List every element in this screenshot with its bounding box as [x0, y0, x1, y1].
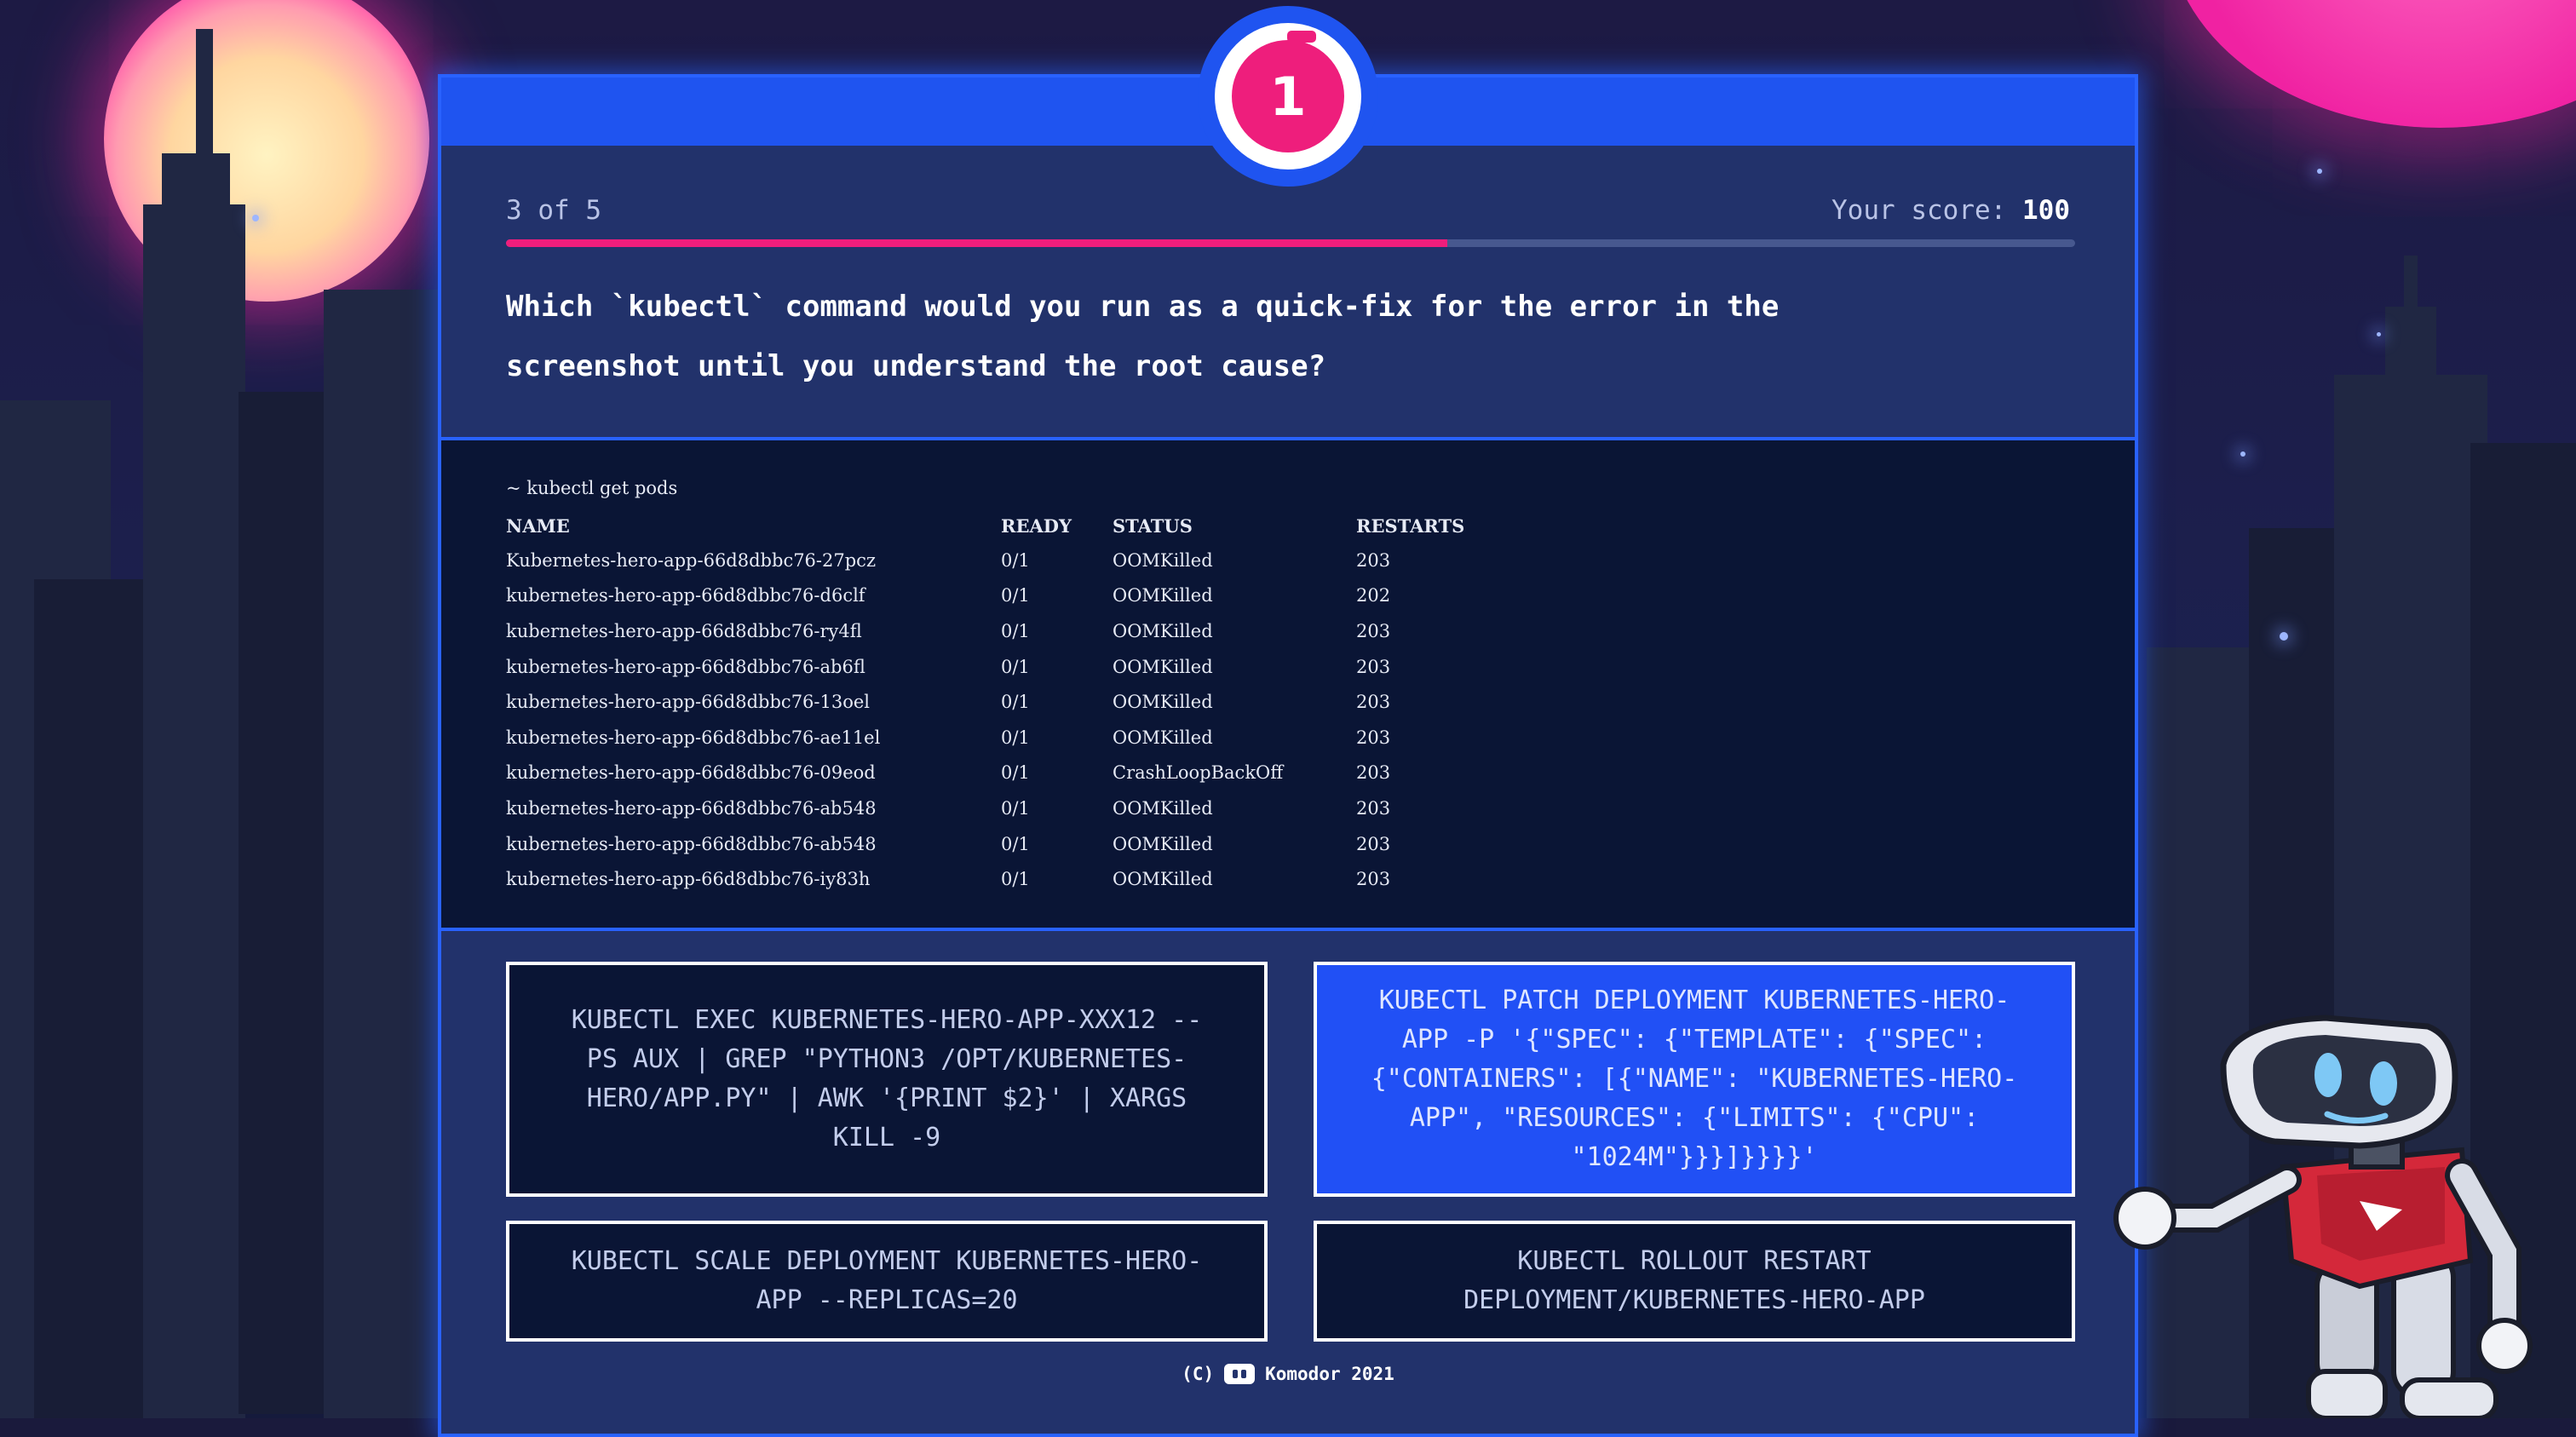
column-header-status: STATUS — [1113, 514, 1193, 537]
table-row: kubernetes-hero-app-66d8dbbc76-ae11el 0/1… — [506, 720, 1464, 756]
stopwatch-icon: 1 — [1198, 6, 1378, 187]
footer: (C) Komodor 2021 — [441, 1364, 2135, 1384]
pod-status: OOMKilled — [1113, 656, 1213, 677]
table-row: kubernetes-hero-app-66d8dbbc76-ry4fl 0/1 O… — [506, 613, 1464, 649]
pod-status: OOMKilled — [1113, 869, 1213, 890]
building — [239, 392, 332, 1414]
building — [143, 204, 245, 1418]
pods-table: NAME READY STATUS RESTARTS Kubernetes-he… — [506, 509, 1464, 897]
pod-name: kubernetes-hero-app-66d8dbbc76-13oel — [506, 692, 871, 713]
building — [324, 290, 443, 1418]
pod-ready: 0/1 — [1001, 620, 1030, 641]
pod-restarts: 203 — [1356, 762, 1391, 784]
pod-status: OOMKilled — [1113, 833, 1213, 854]
table-row: kubernetes-hero-app-66d8dbbc76-ab6fl 0/1 O… — [506, 649, 1464, 685]
pod-ready: 0/1 — [1001, 549, 1030, 571]
pod-restarts: 203 — [1356, 549, 1391, 571]
neon-sun-right — [2167, 0, 2576, 128]
terminal-command: ~ kubectl get pods — [506, 478, 678, 498]
pod-name: kubernetes-hero-app-66d8dbbc76-d6clf — [506, 585, 865, 606]
pod-status: OOMKilled — [1113, 620, 1213, 641]
pod-status: OOMKilled — [1113, 797, 1213, 819]
divider — [441, 928, 2135, 931]
pod-status: OOMKilled — [1113, 692, 1213, 713]
progress-bar-fill — [506, 239, 1448, 247]
table-row: kubernetes-hero-app-66d8dbbc76-09eod 0/1 C… — [506, 756, 1464, 791]
answer-option-4[interactable]: kubectl rollout restart deployment/kuber… — [1314, 1221, 2075, 1342]
pod-name: kubernetes-hero-app-66d8dbbc76-ae11el — [506, 727, 881, 748]
star — [2317, 169, 2322, 174]
copyright-mark: (C) — [1182, 1364, 1215, 1384]
star — [252, 215, 259, 221]
pod-ready: 0/1 — [1001, 869, 1030, 890]
pod-name: kubernetes-hero-app-66d8dbbc76-ab548 — [506, 797, 877, 819]
antenna — [2404, 256, 2418, 324]
star — [2377, 332, 2381, 336]
timer-count: 1 — [1232, 40, 1344, 152]
pod-restarts: 203 — [1356, 656, 1391, 677]
komodor-logo-icon — [1224, 1364, 1256, 1384]
pod-ready: 0/1 — [1001, 727, 1030, 748]
pod-status: OOMKilled — [1113, 549, 1213, 571]
answer-option-2[interactable]: kubectl patch deployment kubernetes-hero… — [1314, 962, 2075, 1197]
pod-restarts: 203 — [1356, 620, 1391, 641]
table-row: kubernetes-hero-app-66d8dbbc76-ab548 0/1 O… — [506, 790, 1464, 826]
table-row: kubernetes-hero-app-66d8dbbc76-ab548 0/1 O… — [506, 826, 1464, 862]
column-header-ready: READY — [1001, 514, 1072, 537]
pod-restarts: 203 — [1356, 869, 1391, 890]
question-text: Which `kubectl` command would you run as… — [506, 290, 1780, 383]
table-row: Kubernetes-hero-app-66d8dbbc76-27pcz 0/1 O… — [506, 543, 1464, 578]
pod-ready: 0/1 — [1001, 797, 1030, 819]
score-label: Your score: — [1831, 195, 2007, 226]
building — [162, 153, 230, 256]
pod-ready: 0/1 — [1001, 656, 1030, 677]
pod-restarts: 202 — [1356, 585, 1391, 606]
answer-option-3[interactable]: kubectl scale deployment kubernetes-hero… — [506, 1221, 1268, 1342]
robot-mascot — [2113, 1015, 2533, 1418]
table-row: kubernetes-hero-app-66d8dbbc76-iy83h 0/1 O… — [506, 861, 1464, 897]
pod-status: CrashLoopBackOff — [1113, 762, 1284, 784]
pod-ready: 0/1 — [1001, 692, 1030, 713]
score-value: 100 — [2022, 195, 2070, 226]
pod-ready: 0/1 — [1001, 833, 1030, 854]
table-row: kubernetes-hero-app-66d8dbbc76-d6clf 0/1 O… — [506, 578, 1464, 614]
footer-brand: Komodor 2021 — [1265, 1364, 1394, 1384]
column-header-name: NAME — [506, 514, 570, 537]
pod-name: kubernetes-hero-app-66d8dbbc76-ab6fl — [506, 656, 865, 677]
pod-name: kubernetes-hero-app-66d8dbbc76-iy83h — [506, 869, 871, 890]
score-display: Your score: 100 — [1831, 195, 2070, 226]
terminal-screenshot: ~ kubectl get pods NAME READY STATUS RES… — [441, 440, 2135, 929]
pod-restarts: 203 — [1356, 727, 1391, 748]
pods-table-header: NAME READY STATUS RESTARTS — [506, 509, 1464, 543]
pod-restarts: 203 — [1356, 692, 1391, 713]
pod-ready: 0/1 — [1001, 585, 1030, 606]
building — [34, 579, 153, 1418]
pod-name: kubernetes-hero-app-66d8dbbc76-09eod — [506, 762, 876, 784]
pod-restarts: 203 — [1356, 833, 1391, 854]
pod-restarts: 203 — [1356, 797, 1391, 819]
progress-bar — [506, 239, 2075, 247]
star — [2280, 632, 2288, 641]
pod-status: OOMKilled — [1113, 585, 1213, 606]
pod-ready: 0/1 — [1001, 762, 1030, 784]
answer-option-1[interactable]: kubectl exec kubernetes-hero-app-xxx12 -… — [506, 962, 1268, 1197]
quiz-panel: 1 3 of 5 Your score: 100 Which `kubectl`… — [438, 6, 2138, 1437]
question-progress-label: 3 of 5 — [506, 195, 601, 226]
table-row: kubernetes-hero-app-66d8dbbc76-13oel 0/1 O… — [506, 684, 1464, 720]
column-header-restarts: RESTARTS — [1356, 514, 1465, 537]
pod-name: kubernetes-hero-app-66d8dbbc76-ab548 — [506, 833, 877, 854]
pod-name: Kubernetes-hero-app-66d8dbbc76-27pcz — [506, 549, 877, 571]
pod-status: OOMKilled — [1113, 727, 1213, 748]
star — [2240, 451, 2245, 457]
pod-name: kubernetes-hero-app-66d8dbbc76-ry4fl — [506, 620, 862, 641]
